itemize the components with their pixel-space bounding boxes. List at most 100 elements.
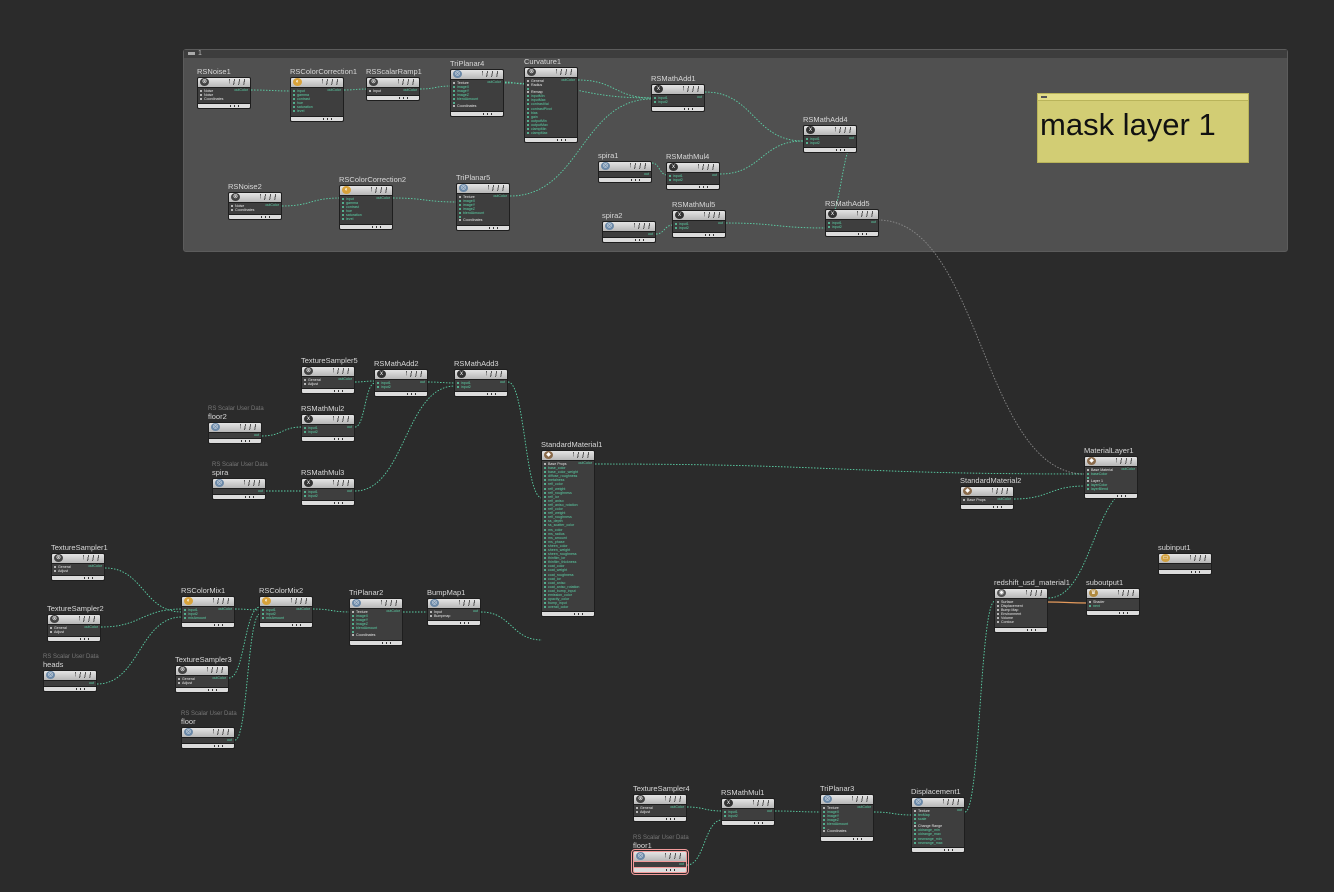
node-header[interactable]: ◆ — [1084, 456, 1138, 467]
input-port[interactable]: Adjust — [302, 382, 354, 386]
node-floor1[interactable]: RS Scalar User Data floor1 ◎ out — [631, 835, 689, 875]
node-header[interactable]: ⊗ — [633, 794, 687, 805]
node-flags[interactable] — [683, 86, 701, 92]
input-port[interactable]: input2 — [722, 814, 774, 818]
output-port[interactable]: out — [254, 433, 259, 437]
node-name[interactable]: spira — [212, 468, 228, 477]
node-flags[interactable] — [229, 79, 247, 85]
wire[interactable] — [686, 806, 723, 812]
input-port[interactable]: input2 — [302, 494, 354, 498]
node-header[interactable]: ◎ — [212, 478, 266, 489]
input-port[interactable]: input2 — [667, 178, 719, 182]
node-header[interactable]: ⊗ — [524, 67, 578, 78]
node-name[interactable]: BumpMap1 — [427, 588, 465, 597]
node-texturesampler2[interactable]: TextureSampler2 ⊗ outColor General Adjust — [47, 604, 104, 643]
node-triplanar2[interactable]: TriPlanar2 ◎ outColor Texture imageX imageY im… — [349, 588, 403, 646]
node-bumpmap1[interactable]: BumpMap1 ◎ out Input Bumpmap — [427, 588, 481, 627]
node-header[interactable]: x — [825, 209, 879, 220]
node-header[interactable]: x — [721, 798, 775, 809]
node-triplanar5[interactable]: TriPlanar5 ◎ outColor Texture imageX imageY im… — [456, 173, 510, 231]
node-header[interactable]: ▭ — [1158, 553, 1212, 564]
node-rscolormix2[interactable]: RSColorMix2 ◐ outColor input1 input2 mixAmoun… — [259, 586, 313, 629]
node-header[interactable]: ⊗ — [366, 77, 420, 88]
node-flags[interactable] — [83, 555, 101, 561]
node-flags[interactable] — [943, 799, 961, 805]
node-flags[interactable] — [482, 71, 500, 77]
node-flags[interactable] — [79, 616, 97, 622]
node-header[interactable]: x — [374, 369, 428, 380]
node-flags[interactable] — [835, 127, 853, 133]
node-flags[interactable] — [213, 729, 231, 735]
wire[interactable] — [234, 613, 261, 741]
node-flags[interactable] — [322, 79, 340, 85]
node-header[interactable]: ⊗ — [47, 614, 101, 625]
node-displacement1[interactable]: Displacement1 ◎ out Texture texMap scale Chang… — [911, 787, 965, 853]
node-flags[interactable] — [333, 480, 351, 486]
node-suboutput1[interactable]: suboutput1 ♛ Shader next — [1086, 578, 1140, 617]
node-header[interactable]: ◎ — [602, 221, 656, 232]
node-flags[interactable] — [857, 211, 875, 217]
node-header[interactable]: x — [454, 369, 508, 380]
input-port[interactable]: level — [340, 217, 392, 221]
node-name[interactable]: floor1 — [633, 841, 652, 850]
wire[interactable] — [594, 463, 1086, 475]
node-name[interactable]: RSColorCorrection2 — [339, 175, 406, 184]
input-port[interactable]: Input — [367, 89, 419, 93]
node-name[interactable]: Displacement1 — [911, 787, 961, 796]
node-flags[interactable] — [1026, 590, 1044, 596]
node-flags[interactable] — [556, 69, 574, 75]
input-port[interactable]: input2 — [826, 225, 878, 229]
node-flags[interactable] — [371, 187, 389, 193]
wire[interactable] — [964, 600, 996, 813]
node-name[interactable]: TriPlanar2 — [349, 588, 383, 597]
input-port[interactable]: clampMax — [525, 131, 577, 135]
node-flags[interactable] — [488, 185, 506, 191]
input-port[interactable]: input2 — [652, 100, 704, 104]
input-port[interactable]: Coordinates — [821, 829, 873, 833]
node-name[interactable]: RSMathAdd2 — [374, 359, 419, 368]
node-header[interactable]: ◉ — [994, 588, 1048, 599]
node-name[interactable]: RSMathMul2 — [301, 404, 344, 413]
node-flags[interactable] — [381, 600, 399, 606]
node-header[interactable]: x — [803, 125, 857, 136]
node-flags[interactable] — [1116, 458, 1134, 464]
node-header[interactable]: ◎ — [911, 797, 965, 808]
node-header[interactable]: ◐ — [259, 596, 313, 607]
node-floor2[interactable]: RS Scalar User Data floor2 ◎ out — [208, 406, 264, 444]
input-port[interactable]: next — [1087, 604, 1139, 608]
node-flags[interactable] — [486, 371, 504, 377]
node-name[interactable]: RSColorMix2 — [259, 586, 303, 595]
wire[interactable] — [104, 567, 183, 613]
node-triplanar4[interactable]: TriPlanar4 ◎ outColor Texture imageX imageY im… — [450, 59, 504, 117]
node-name[interactable]: StandardMaterial2 — [960, 476, 1021, 485]
wire[interactable] — [877, 219, 1086, 475]
node-header[interactable]: ◎ — [43, 670, 97, 681]
node-flags[interactable] — [992, 488, 1010, 494]
input-port[interactable]: Contour — [995, 620, 1047, 624]
output-port[interactable]: out — [644, 172, 649, 176]
node-name[interactable]: RSNoise2 — [228, 182, 262, 191]
node-curvature1[interactable]: Curvature1 ⊗ outColor General Radius Remap inp… — [524, 57, 578, 144]
input-port[interactable]: input2 — [455, 385, 507, 389]
output-port[interactable]: out — [89, 681, 94, 685]
node-flags[interactable] — [698, 164, 716, 170]
node-header[interactable]: ⊗ — [228, 192, 282, 203]
node-spira2[interactable]: spira2 ◎ out — [602, 211, 656, 243]
input-port[interactable]: Adjust — [52, 569, 104, 573]
input-port[interactable]: Bumpmap — [428, 614, 480, 618]
node-header[interactable]: ⊗ — [175, 665, 229, 676]
node-name[interactable]: TextureSampler1 — [51, 543, 108, 552]
node-spira[interactable]: RS Scalar User Data spira ◎ out — [212, 462, 268, 500]
node-name[interactable]: spira1 — [598, 151, 618, 160]
node-name[interactable]: floor2 — [208, 412, 227, 421]
input-port[interactable]: Coordinates — [451, 104, 503, 108]
node-flags[interactable] — [459, 600, 477, 606]
wire[interactable] — [480, 611, 543, 641]
input-port[interactable]: input2 — [804, 141, 856, 145]
node-name[interactable]: suboutput1 — [1086, 578, 1123, 587]
node-name[interactable]: TextureSampler2 — [47, 604, 104, 613]
node-rsmathmul3[interactable]: RSMathMul3 x out input1 input2 — [301, 468, 355, 507]
node-standardmaterial1[interactable]: StandardMaterial1 ◆ outColor Base Props base… — [541, 440, 602, 618]
node-name[interactable]: RSMathAdd5 — [825, 199, 870, 208]
sticky-note-bar[interactable] — [1038, 94, 1248, 101]
